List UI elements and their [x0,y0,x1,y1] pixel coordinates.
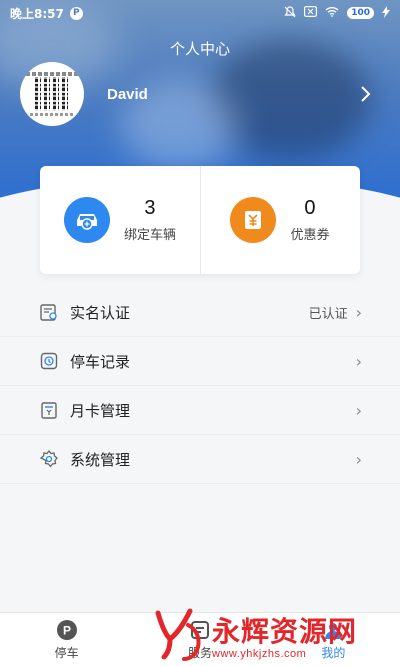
menu-item-system-settings[interactable]: 系统管理 › [0,435,400,484]
menu-item-monthly-card[interactable]: 月卡管理 › [0,386,400,435]
verification-status: 已认证 [308,306,348,322]
menu-item-real-name[interactable]: 实名认证 已认证 › [0,288,400,337]
qr-code-icon [35,77,69,111]
parking-icon: P [56,619,77,640]
chevron-right-icon[interactable] [360,84,372,108]
stat-value: 3 [144,197,156,219]
menu-item-parking-records[interactable]: 停车记录 › [0,337,400,386]
charging-icon [382,5,390,21]
watermark-logo-icon [150,607,208,663]
parking-record-icon [38,350,60,372]
status-bar: 晚上8:57 P 100 [0,0,400,26]
tab-label: 停车 [54,645,79,660]
menu-item-label: 停车记录 [70,352,131,371]
svg-text:P: P [63,623,71,637]
stat-label: 绑定车辆 [123,228,176,243]
sim-icon [304,6,318,20]
menu-item-label: 实名认证 [70,303,131,322]
month-card-icon [38,399,60,421]
chevron-right-icon: › [355,302,362,322]
coupon-icon [230,197,277,243]
mute-icon [284,5,296,21]
menu-item-label: 月卡管理 [70,401,131,420]
chevron-right-icon: › [355,400,362,420]
battery-indicator: 100 [347,7,374,19]
stats-card: 3 绑定车辆 0 优惠券 [40,166,360,274]
username[interactable]: David [107,86,148,103]
id-card-icon [38,301,60,323]
menu-list: 实名认证 已认证 › 停车记录 › 月卡管理 › 系统管理 › [0,288,400,484]
watermark: 永辉资源网 www.yhkjzhs.com [150,606,395,664]
settings-icon [38,448,60,470]
status-time: 晚上8:57 [10,6,64,21]
menu-item-label: 系统管理 [70,450,131,469]
avatar[interactable] [20,62,84,126]
parking-app-notification-icon: P [69,6,83,20]
watermark-url: www.yhkjzhs.com [212,648,307,660]
wifi-icon [325,6,339,20]
stat-coupons[interactable]: 0 优惠券 [200,166,360,274]
page-title: 个人中心 [169,40,230,58]
stat-label: 优惠券 [290,228,330,243]
stat-value: 0 [304,197,316,219]
stat-bound-vehicles[interactable]: 3 绑定车辆 [40,166,200,274]
chevron-right-icon: › [355,449,362,469]
car-link-icon [63,197,110,243]
chevron-right-icon: › [355,351,362,371]
tab-parking[interactable]: P 停车 [0,613,133,666]
watermark-title: 永辉资源网 [212,615,358,648]
